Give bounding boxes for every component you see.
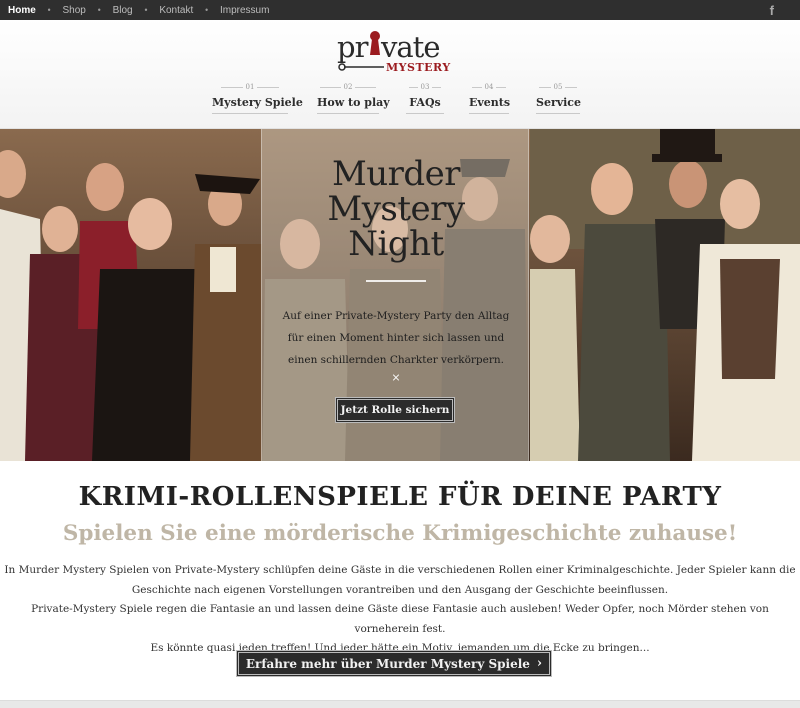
- intro-line: Private-Mystery Spiele regen die Fantasi…: [31, 603, 769, 635]
- hero-text-line: für einen Moment hinter sich lassen und: [287, 332, 505, 344]
- intro-line: Geschichte nach eigenen Vorstellungen vo…: [131, 583, 669, 596]
- learn-more-button[interactable]: Erfahre mehr über Murder Mystery Spiele …: [236, 650, 552, 677]
- section-heading: KRIMI-ROLLENSPIELE FÜR DEINE PARTY: [78, 482, 722, 512]
- learn-more-label: Erfahre mehr über Murder Mystery Spiele: [245, 656, 530, 671]
- top-nav-separator: •: [204, 5, 209, 15]
- nav-label: Events: [469, 96, 510, 114]
- logo-word-private-left: pr: [337, 30, 369, 64]
- nav-item-faqs[interactable]: 03 FAQs: [406, 82, 444, 114]
- logo-word-mystery: MYSTERY: [386, 61, 451, 73]
- intro-line: In Murder Mystery Spielen von Private-My…: [4, 564, 796, 576]
- nav-item-service[interactable]: 05 Service: [536, 82, 581, 114]
- top-nav: Home • Shop • Blog • Kontakt • Impressum: [8, 0, 269, 23]
- top-nav-kontakt[interactable]: Kontakt: [159, 5, 193, 16]
- nav-label: FAQs: [406, 96, 444, 114]
- nav-number: 01: [212, 82, 288, 92]
- hero-title-line: Mystery: [327, 189, 465, 229]
- hero-overlay-panel: Murder Mystery Night Auf einer Private-M…: [261, 129, 529, 461]
- logo-keyhole-stem: [370, 39, 380, 55]
- top-nav-separator: •: [46, 5, 52, 15]
- jetzt-rolle-sichern-button[interactable]: Jetzt Rolle sichern: [335, 397, 455, 423]
- site-logo[interactable]: pr vate MYSTERY: [336, 27, 456, 73]
- footer-strip: [0, 700, 800, 708]
- hero-title-line: Night: [348, 224, 444, 264]
- top-nav-shop[interactable]: Shop: [63, 5, 86, 16]
- nav-number: 02: [317, 82, 379, 92]
- nav-label: Mystery Spiele: [212, 96, 303, 114]
- top-nav-separator: •: [143, 5, 149, 15]
- top-nav-home[interactable]: Home: [8, 5, 36, 23]
- nav-number: 03: [406, 82, 444, 92]
- hero-text-line: einen schillernden Charkter verkörpern.: [288, 354, 504, 366]
- hero-divider: [366, 280, 426, 282]
- hero-title: Murder Mystery Night: [262, 157, 530, 262]
- facebook-icon[interactable]: f: [770, 3, 774, 18]
- hero-text-line: Auf einer Private-Mystery Party den Allt…: [282, 310, 510, 322]
- nav-label: Service: [536, 96, 581, 114]
- close-icon[interactable]: ×: [262, 371, 530, 384]
- chevron-right-icon: ›: [536, 656, 543, 671]
- nav-label: How to play: [317, 96, 390, 114]
- nav-number: 05: [536, 82, 580, 92]
- main-nav: 01 Mystery Spiele 02 How to play 03 FAQs…: [0, 82, 800, 122]
- section-subheading: Spielen Sie eine mörderische Krimigeschi…: [62, 521, 738, 546]
- intro-paragraph: In Murder Mystery Spielen von Private-My…: [0, 561, 800, 659]
- top-nav-separator: •: [96, 5, 102, 15]
- site-header: pr vate MYSTERY 01 Mystery Spiele 02 How…: [0, 20, 800, 129]
- nav-number: 04: [469, 82, 509, 92]
- top-nav-blog[interactable]: Blog: [113, 5, 133, 16]
- hero-title-line: Murder: [331, 154, 461, 194]
- hero-banner: Murder Mystery Night Auf einer Private-M…: [0, 129, 800, 461]
- hero-description: Auf einer Private-Mystery Party den Allt…: [276, 305, 516, 371]
- top-bar: Home • Shop • Blog • Kontakt • Impressum…: [0, 0, 800, 23]
- nav-item-how-to-play[interactable]: 02 How to play: [317, 82, 390, 114]
- nav-item-events[interactable]: 04 Events: [469, 82, 510, 114]
- nav-item-mystery-spiele[interactable]: 01 Mystery Spiele: [212, 82, 303, 114]
- logo-word-private-right: vate: [380, 30, 440, 64]
- top-nav-impressum[interactable]: Impressum: [220, 5, 269, 16]
